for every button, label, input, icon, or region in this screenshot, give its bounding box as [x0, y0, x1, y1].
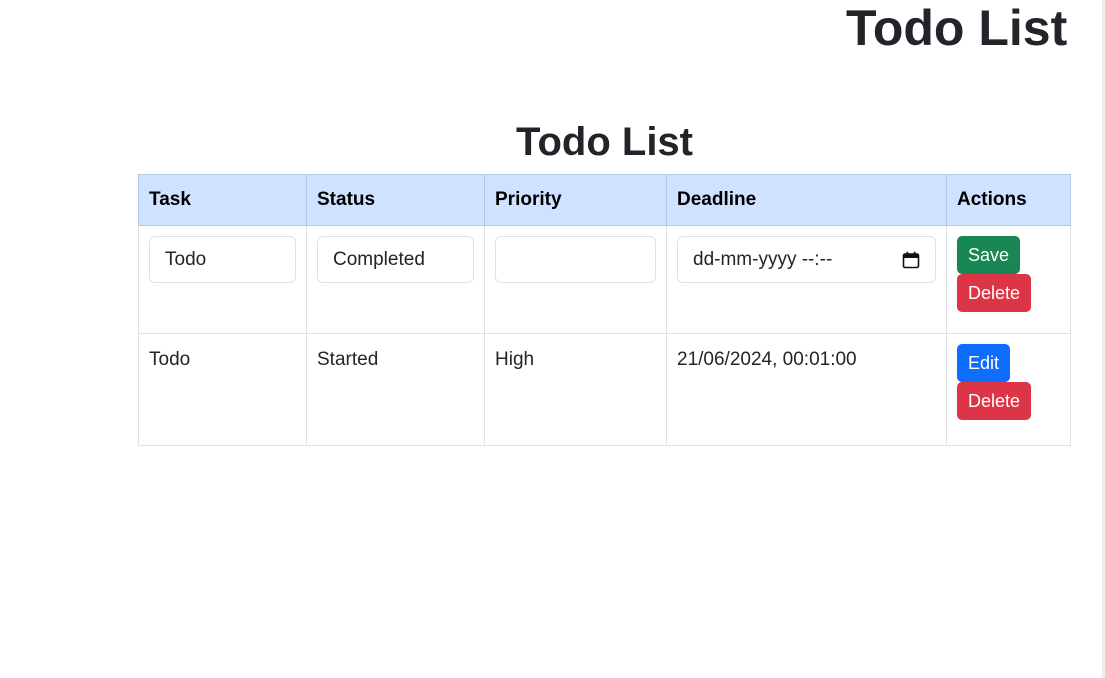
task-cell: [138, 225, 307, 334]
status-cell: [306, 225, 485, 334]
table-row: Todo Started High 21/06/2024, 00:01:00 E…: [138, 333, 1071, 446]
status-input[interactable]: [317, 236, 474, 283]
todo-table: Task Status Priority Deadline Actions To…: [138, 174, 1071, 446]
actions-cell: Save Delete: [946, 225, 1071, 334]
priority-cell: High: [484, 333, 667, 446]
deadline-cell: 21/06/2024, 00:01:00: [666, 333, 947, 446]
calendar-icon[interactable]: [902, 251, 920, 269]
priority-text: High: [495, 349, 535, 370]
priority-input[interactable]: [495, 236, 656, 283]
delete-button[interactable]: Delete: [957, 382, 1032, 420]
deadline-input[interactable]: dd-mm-yyyy --:--: [677, 236, 936, 283]
edit-row: dd-mm-yyyy --:-- Save Delet: [138, 225, 1071, 334]
edit-button[interactable]: Edit: [957, 344, 1011, 382]
header-row: Task Status Priority Deadline Actions: [138, 174, 1071, 226]
column-header-task: Task: [138, 174, 307, 226]
deadline-cell: dd-mm-yyyy --:--: [666, 225, 947, 334]
table-body: dd-mm-yyyy --:-- Save Delet: [138, 225, 1071, 446]
save-button[interactable]: Save: [957, 236, 1021, 274]
page-title: Todo List: [516, 120, 693, 164]
task-input[interactable]: [149, 236, 296, 283]
column-header-deadline: Deadline: [666, 174, 947, 226]
task-text: Todo: [149, 349, 191, 370]
app-title: Todo List: [846, 0, 1068, 56]
deadline-placeholder: dd-mm-yyyy --:--: [693, 248, 833, 270]
deadline-text: 21/06/2024, 00:01:00: [677, 349, 857, 370]
table-header: Task Status Priority Deadline Actions: [138, 174, 1071, 226]
task-cell: Todo: [138, 333, 307, 446]
delete-button[interactable]: Delete: [957, 274, 1032, 312]
page: Todo List Todo List Task Status Priority…: [0, 0, 1105, 678]
status-text: Started: [317, 349, 379, 370]
column-header-actions: Actions: [946, 174, 1071, 226]
actions-cell: Edit Delete: [946, 333, 1071, 446]
column-header-status: Status: [306, 174, 485, 226]
status-cell: Started: [306, 333, 485, 446]
priority-cell: [484, 225, 667, 334]
column-header-priority: Priority: [484, 174, 667, 226]
